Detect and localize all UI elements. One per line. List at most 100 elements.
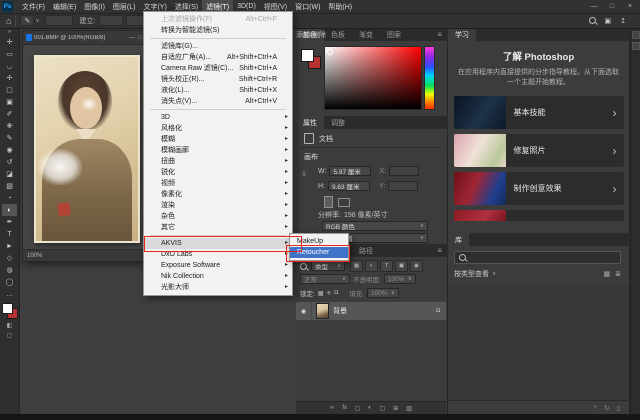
- home-icon[interactable]: ⌂: [6, 16, 11, 26]
- sync-library-icon[interactable]: ↻: [604, 404, 609, 412]
- screen-mode-icon[interactable]: ▢: [7, 332, 13, 339]
- filter-menu-item[interactable]: 锐化 ▸: [144, 167, 292, 178]
- type-filter-icon[interactable]: T: [380, 260, 393, 272]
- more-tools[interactable]: …: [2, 288, 17, 300]
- blur-tool[interactable]: ◔: [2, 192, 17, 204]
- filter-menu-item[interactable]: 3D ▸: [144, 112, 292, 123]
- menubar-item[interactable]: 图层(L): [109, 0, 140, 13]
- filter-menu-item[interactable]: Camera Raw 滤镜(C)... Shift+Ctrl+A ▸: [144, 63, 292, 74]
- layer-lock-icon[interactable]: ◘: [436, 308, 440, 314]
- list-view-icon[interactable]: ≣: [615, 270, 621, 278]
- learn-card-partial[interactable]: [454, 210, 624, 221]
- filter-menu-item[interactable]: 上次滤镜操作(F) Alt+Ctrl+F ▸: [144, 14, 292, 25]
- link-dimensions-icon[interactable]: ∞: [300, 171, 307, 176]
- filter-menu-item[interactable]: 消失点(V)... Alt+Ctrl+V ▸: [144, 96, 292, 107]
- filter-menu-item[interactable]: 转换为智能滤镜(S) ▸: [144, 25, 292, 36]
- quick-mask-icon[interactable]: ◧: [7, 322, 13, 329]
- marquee-tool[interactable]: ▭: [2, 48, 17, 60]
- filter-menu-item[interactable]: 渲染 ▸: [144, 200, 292, 211]
- grid-view-icon[interactable]: ▦: [604, 270, 611, 278]
- delete-library-icon[interactable]: ▯: [616, 404, 620, 412]
- libraries-panel-tab[interactable]: 库: [448, 233, 469, 246]
- layer-style-icon[interactable]: fx: [342, 405, 347, 411]
- search-icon[interactable]: [589, 17, 596, 24]
- learn-card[interactable]: 修复照片 ›: [454, 134, 624, 167]
- eyedropper-tool[interactable]: ✐: [2, 108, 17, 120]
- properties-panel-tab[interactable]: 属性: [296, 116, 324, 129]
- layer-filter-type-dropdown[interactable]: 类型 ∨: [311, 261, 345, 271]
- tool-option-dropdown[interactable]: [45, 15, 73, 26]
- type-tool[interactable]: T: [2, 228, 17, 240]
- crop-tool[interactable]: ▢: [2, 84, 17, 96]
- filter-menu-item[interactable]: 模糊 ▸: [144, 134, 292, 145]
- filter-menu-item[interactable]: 模糊画廊 ▸: [144, 145, 292, 156]
- new-group-icon[interactable]: ▢: [380, 405, 386, 412]
- gradient-tool[interactable]: ▨: [2, 180, 17, 192]
- akvis-submenu-item[interactable]: Retoucher: [290, 247, 348, 258]
- current-tool-icon[interactable]: ✎: [20, 15, 34, 26]
- learn-card[interactable]: 制作创意效果 ›: [454, 172, 624, 205]
- pen-tool[interactable]: ✒: [2, 216, 17, 228]
- pixel-filter-icon[interactable]: ▦: [350, 260, 363, 272]
- share-icon[interactable]: ↥: [620, 17, 626, 25]
- filter-menu-item[interactable]: 其它 ▸: [144, 222, 292, 233]
- filter-menu-item[interactable]: 杂色 ▸: [144, 211, 292, 222]
- zoom-tool[interactable]: ◯: [2, 276, 17, 288]
- document-titlebar[interactable]: 001.BMP @ 100%(RGB/8) — □ ×: [23, 31, 151, 45]
- eraser-tool[interactable]: ◪: [2, 168, 17, 180]
- lock-all-icon[interactable]: ◘: [335, 290, 339, 297]
- opacity-value[interactable]: 100% ∨: [384, 274, 416, 284]
- magic-wand-tool[interactable]: ✢: [2, 72, 17, 84]
- hue-slider[interactable]: [424, 46, 435, 110]
- adjustment-filter-icon[interactable]: ◐: [365, 260, 378, 272]
- collapse-toolbar-icon[interactable]: »: [8, 28, 11, 36]
- color-swatches[interactable]: [2, 303, 18, 319]
- maximize-button[interactable]: □: [604, 3, 620, 10]
- height-value[interactable]: 9.63 厘米: [328, 181, 370, 191]
- doc-minimize-button[interactable]: —: [129, 35, 135, 41]
- menubar-item[interactable]: 编辑(E): [49, 0, 80, 13]
- filter-menu-item[interactable]: Nik Collection ▸: [144, 271, 292, 282]
- smart-object-filter-icon[interactable]: ◉: [410, 260, 423, 272]
- collapsed-panel-icon-2[interactable]: [632, 42, 640, 50]
- new-layer-icon[interactable]: ⊞: [393, 405, 398, 412]
- menubar-item[interactable]: 窗口(W): [291, 0, 324, 13]
- panel-menu-icon[interactable]: ≡: [437, 244, 446, 257]
- layer-name[interactable]: 背景: [333, 306, 347, 316]
- color-panel-tab[interactable]: 图案: [380, 28, 408, 41]
- lock-transparency-icon[interactable]: ▦: [318, 290, 324, 297]
- layers-panel-tab[interactable]: 路径: [352, 244, 380, 257]
- layer-thumbnail[interactable]: [316, 303, 329, 319]
- dodge-tool[interactable]: ◐: [2, 204, 17, 216]
- color-field[interactable]: [324, 46, 422, 110]
- close-button[interactable]: ×: [622, 3, 638, 10]
- filter-menu-item[interactable]: DxO Labs ▸: [144, 249, 292, 260]
- filter-menu-item[interactable]: 风格化 ▸: [144, 123, 292, 134]
- view-by-dropdown[interactable]: 按类型查看: [454, 269, 489, 279]
- filter-menu-item[interactable]: 镜头校正(R)... Shift+Ctrl+R ▸: [144, 74, 292, 85]
- delete-layer-icon[interactable]: ▥: [406, 405, 412, 412]
- move-tool[interactable]: ✛: [2, 36, 17, 48]
- filter-menu-item[interactable]: AKVIS ▸: [144, 238, 292, 249]
- history-brush-tool[interactable]: ↺: [2, 156, 17, 168]
- tool-option-box[interactable]: [99, 15, 123, 26]
- doc-restore-button[interactable]: □: [138, 35, 142, 41]
- orientation-portrait-icon[interactable]: [324, 196, 333, 208]
- filter-menu-item[interactable]: 液化(L)... Shift+Ctrl+X ▸: [144, 85, 292, 96]
- new-library-icon[interactable]: +: [593, 404, 597, 411]
- frame-tool[interactable]: ▣: [2, 96, 17, 108]
- menubar-item[interactable]: 图像(I): [80, 0, 109, 13]
- color-mode-dropdown[interactable]: RGB 颜色 ∨: [322, 221, 428, 231]
- fill-value[interactable]: 100% ∨: [367, 288, 399, 298]
- color-panel-tab[interactable]: 色板: [324, 28, 352, 41]
- properties-panel-tab[interactable]: 调整: [324, 116, 352, 129]
- blend-mode-dropdown[interactable]: 正常 ∨: [300, 274, 350, 284]
- clone-stamp-tool[interactable]: ◉: [2, 144, 17, 156]
- filter-menu-item[interactable]: 光影大师 ▸: [144, 282, 292, 293]
- learn-panel-tab[interactable]: 学习: [448, 28, 476, 41]
- hand-tool[interactable]: ◍: [2, 264, 17, 276]
- foreground-color-swatch[interactable]: [301, 49, 314, 62]
- zoom-level[interactable]: 100%: [27, 253, 42, 259]
- panel-menu-icon[interactable]: ≡: [437, 28, 446, 41]
- new-adjustment-layer-icon[interactable]: ◐: [368, 405, 372, 411]
